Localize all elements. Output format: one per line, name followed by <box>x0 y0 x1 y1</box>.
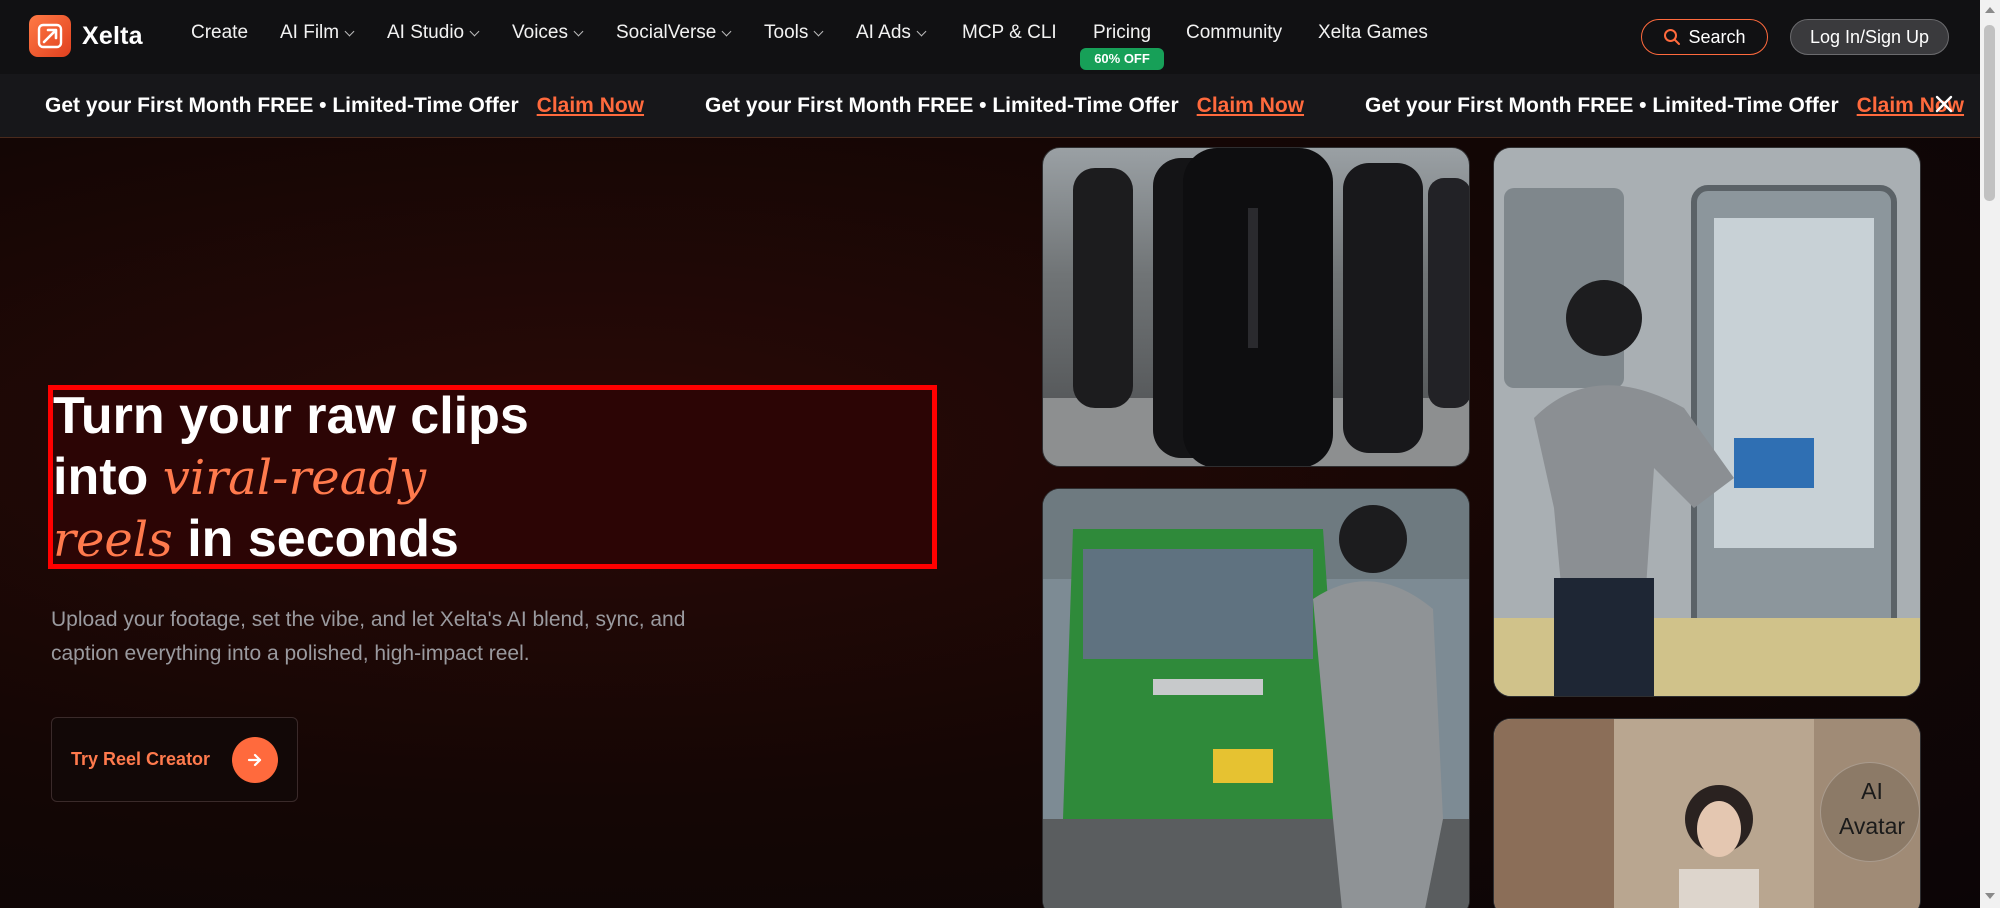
chevron-down-icon <box>721 26 732 36</box>
subway-illustration <box>1494 148 1920 696</box>
promo-message: Get your First Month FREE • Limited-Time… <box>45 94 644 118</box>
promo-text: Get your First Month FREE • Limited-Time… <box>45 94 519 117</box>
nav-socialverse-label: SocialVerse <box>616 22 717 43</box>
nav-tools-label: Tools <box>764 22 809 43</box>
nav-ai-studio-label: AI Studio <box>387 22 465 43</box>
nav-ai-film[interactable]: AI Film <box>280 22 355 44</box>
chevron-down-icon <box>573 26 584 36</box>
ai-avatar-label: AI Avatar <box>1838 778 1906 839</box>
hero-headline: Turn your raw clips into viral-ready ree… <box>53 386 529 571</box>
chevron-down-icon <box>469 26 480 36</box>
claim-now-link[interactable]: Claim Now <box>537 94 644 117</box>
preview-image-green-bus[interactable] <box>1042 488 1470 908</box>
arrow-right-icon <box>232 737 278 783</box>
page-scrollbar[interactable] <box>1980 0 2000 908</box>
nav-xelta-games[interactable]: Xelta Games <box>1318 22 1428 44</box>
search-button-label: Search <box>1688 26 1746 47</box>
nav-community[interactable]: Community <box>1186 22 1282 44</box>
claim-now-link[interactable]: Claim Now <box>1197 94 1304 117</box>
nav-voices[interactable]: Voices <box>512 22 584 44</box>
login-signup-button[interactable]: Log In/Sign Up <box>1790 19 1949 55</box>
promo-message: Get your First Month FREE • Limited-Time… <box>1365 94 1964 118</box>
nav-mcp-cli-label: MCP & CLI <box>962 22 1057 43</box>
preview-image-crowd-walking[interactable] <box>1042 147 1470 467</box>
try-reel-creator-button[interactable]: Try Reel Creator <box>51 717 298 802</box>
promo-text: Get your First Month FREE • Limited-Time… <box>705 94 1179 117</box>
bus-illustration <box>1043 489 1469 908</box>
nav-ai-ads[interactable]: AI Ads <box>856 22 927 44</box>
headline-line-2-plain: into <box>53 448 163 506</box>
nav-ai-film-label: AI Film <box>280 22 340 43</box>
scroll-down-arrow-icon[interactable] <box>1985 893 1995 899</box>
promo-close-button[interactable] <box>1930 90 1958 118</box>
nav-voices-label: Voices <box>512 22 568 43</box>
chevron-down-icon <box>813 26 824 36</box>
nav-ai-ads-label: AI Ads <box>856 22 911 43</box>
promo-text: Get your First Month FREE • Limited-Time… <box>1365 94 1839 117</box>
nav-xelta-games-label: Xelta Games <box>1318 22 1428 43</box>
headline-line-3-plain: in seconds <box>172 510 459 568</box>
nav-pricing-label: Pricing <box>1093 22 1152 43</box>
top-navbar: Xelta Create AI Film AI Studio Voices So… <box>0 0 1980 74</box>
close-icon <box>1935 95 1953 113</box>
nav-ai-studio[interactable]: AI Studio <box>387 22 480 44</box>
scroll-up-arrow-icon[interactable] <box>1985 7 1995 13</box>
chevron-down-icon <box>344 26 355 36</box>
nav-community-label: Community <box>1186 22 1283 43</box>
crowd-illustration <box>1043 148 1469 466</box>
nav-pricing[interactable]: Pricing <box>1093 22 1151 44</box>
hero-subtext: Upload your footage, set the vibe, and l… <box>51 608 686 665</box>
brand-name: Xelta <box>82 21 143 50</box>
nav-create[interactable]: Create <box>191 22 248 44</box>
promo-banner: Get your First Month FREE • Limited-Time… <box>0 74 1980 138</box>
cta-label: Try Reel Creator <box>71 749 211 769</box>
nav-socialverse[interactable]: SocialVerse <box>616 22 732 44</box>
headline-line-3-italic: reels <box>53 512 173 568</box>
nav-create-label: Create <box>191 22 249 43</box>
xelta-logo-icon <box>29 15 71 57</box>
scrollbar-thumb[interactable] <box>1984 25 1995 201</box>
search-icon <box>1664 29 1681 45</box>
headline-line-1: Turn your raw clips <box>53 387 529 445</box>
search-button[interactable]: Search <box>1641 19 1768 55</box>
chevron-down-icon <box>916 26 927 36</box>
nav-mcp-cli[interactable]: MCP & CLI <box>962 22 1057 44</box>
headline-line-2-italic: viral-ready <box>162 450 427 506</box>
preview-image-subway-door[interactable] <box>1493 147 1921 697</box>
nav-tools[interactable]: Tools <box>764 22 824 44</box>
pricing-discount-badge: 60% OFF <box>1080 48 1164 70</box>
brand-logo-link[interactable]: Xelta <box>29 15 143 57</box>
promo-message: Get your First Month FREE • Limited-Time… <box>705 94 1304 118</box>
